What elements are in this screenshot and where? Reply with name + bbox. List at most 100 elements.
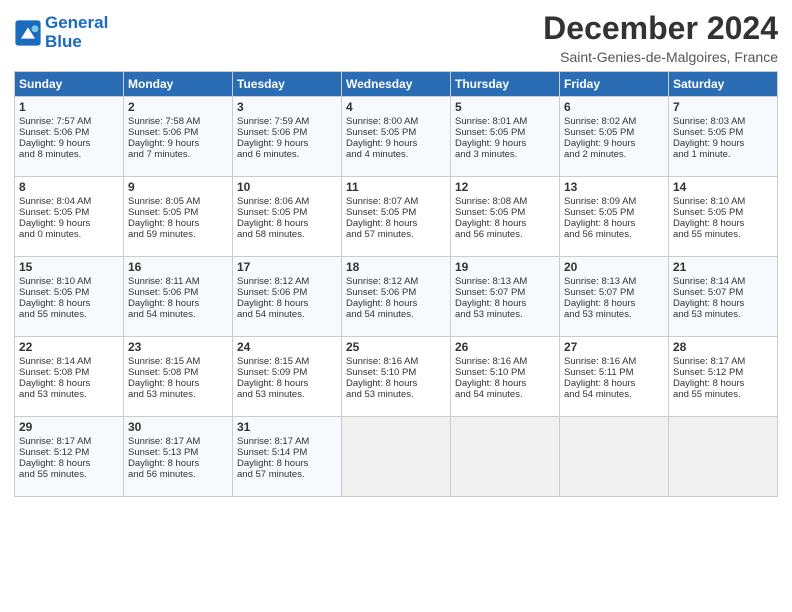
cell-text: Sunset: 5:05 PM <box>19 207 119 218</box>
table-row: 15Sunrise: 8:10 AMSunset: 5:05 PMDayligh… <box>15 257 778 337</box>
day-number: 19 <box>455 260 555 274</box>
day-number: 17 <box>237 260 337 274</box>
header: General Blue December 2024 Saint-Genies-… <box>14 10 778 65</box>
cell-text: Daylight: 8 hours <box>455 298 555 309</box>
cell-text: and 53 minutes. <box>346 389 446 400</box>
table-cell: 23Sunrise: 8:15 AMSunset: 5:08 PMDayligh… <box>124 337 233 417</box>
cell-text: and 55 minutes. <box>19 469 119 480</box>
cell-text: Sunset: 5:05 PM <box>673 127 773 138</box>
cell-text: and 7 minutes. <box>128 149 228 160</box>
header-thursday: Thursday <box>451 72 560 97</box>
cell-text: Sunset: 5:10 PM <box>455 367 555 378</box>
table-cell: 1Sunrise: 7:57 AMSunset: 5:06 PMDaylight… <box>15 97 124 177</box>
cell-text: and 53 minutes. <box>128 389 228 400</box>
cell-text: Sunset: 5:06 PM <box>346 287 446 298</box>
cell-text: Sunset: 5:11 PM <box>564 367 664 378</box>
cell-text: Sunset: 5:05 PM <box>564 207 664 218</box>
day-number: 27 <box>564 340 664 354</box>
logo: General Blue <box>14 14 108 51</box>
day-number: 29 <box>19 420 119 434</box>
cell-text: Sunrise: 8:11 AM <box>128 276 228 287</box>
cell-text: and 56 minutes. <box>455 229 555 240</box>
table-cell: 9Sunrise: 8:05 AMSunset: 5:05 PMDaylight… <box>124 177 233 257</box>
cell-text: Sunset: 5:14 PM <box>237 447 337 458</box>
cell-text: Daylight: 8 hours <box>19 378 119 389</box>
day-number: 16 <box>128 260 228 274</box>
header-sunday: Sunday <box>15 72 124 97</box>
day-number: 5 <box>455 100 555 114</box>
cell-text: Daylight: 8 hours <box>237 458 337 469</box>
cell-text: Sunrise: 8:10 AM <box>673 196 773 207</box>
cell-text: Sunrise: 8:12 AM <box>346 276 446 287</box>
day-number: 22 <box>19 340 119 354</box>
cell-text: Sunset: 5:07 PM <box>564 287 664 298</box>
table-cell: 12Sunrise: 8:08 AMSunset: 5:05 PMDayligh… <box>451 177 560 257</box>
header-tuesday: Tuesday <box>233 72 342 97</box>
cell-text: Daylight: 8 hours <box>346 298 446 309</box>
header-saturday: Saturday <box>669 72 778 97</box>
day-number: 3 <box>237 100 337 114</box>
header-friday: Friday <box>560 72 669 97</box>
cell-text: and 54 minutes. <box>346 309 446 320</box>
day-number: 25 <box>346 340 446 354</box>
day-number: 4 <box>346 100 446 114</box>
cell-text: Daylight: 8 hours <box>346 378 446 389</box>
table-cell <box>669 417 778 497</box>
cell-text: and 57 minutes. <box>346 229 446 240</box>
cell-text: Sunrise: 8:17 AM <box>237 436 337 447</box>
day-number: 2 <box>128 100 228 114</box>
cell-text: Sunset: 5:05 PM <box>19 287 119 298</box>
cell-text: Daylight: 8 hours <box>673 378 773 389</box>
table-cell: 25Sunrise: 8:16 AMSunset: 5:10 PMDayligh… <box>342 337 451 417</box>
cell-text: and 1 minute. <box>673 149 773 160</box>
cell-text: Sunrise: 8:16 AM <box>564 356 664 367</box>
cell-text: and 53 minutes. <box>19 389 119 400</box>
table-cell: 31Sunrise: 8:17 AMSunset: 5:14 PMDayligh… <box>233 417 342 497</box>
cell-text: Sunrise: 8:17 AM <box>128 436 228 447</box>
cell-text: Sunrise: 7:57 AM <box>19 116 119 127</box>
cell-text: Sunrise: 8:08 AM <box>455 196 555 207</box>
cell-text: and 4 minutes. <box>346 149 446 160</box>
cell-text: Sunrise: 8:03 AM <box>673 116 773 127</box>
day-number: 11 <box>346 180 446 194</box>
cell-text: and 6 minutes. <box>237 149 337 160</box>
day-number: 14 <box>673 180 773 194</box>
table-cell: 27Sunrise: 8:16 AMSunset: 5:11 PMDayligh… <box>560 337 669 417</box>
cell-text: Sunset: 5:05 PM <box>673 207 773 218</box>
cell-text: Sunrise: 8:04 AM <box>19 196 119 207</box>
location-title: Saint-Genies-de-Malgoires, France <box>543 49 778 65</box>
cell-text: Sunrise: 8:14 AM <box>19 356 119 367</box>
cell-text: Daylight: 9 hours <box>128 138 228 149</box>
table-cell: 2Sunrise: 7:58 AMSunset: 5:06 PMDaylight… <box>124 97 233 177</box>
cell-text: Sunset: 5:10 PM <box>346 367 446 378</box>
cell-text: and 54 minutes. <box>564 389 664 400</box>
cell-text: Sunset: 5:06 PM <box>237 287 337 298</box>
table-cell: 15Sunrise: 8:10 AMSunset: 5:05 PMDayligh… <box>15 257 124 337</box>
table-cell: 3Sunrise: 7:59 AMSunset: 5:06 PMDaylight… <box>233 97 342 177</box>
cell-text: and 56 minutes. <box>128 469 228 480</box>
cell-text: and 55 minutes. <box>673 389 773 400</box>
cell-text: Daylight: 9 hours <box>19 138 119 149</box>
cell-text: and 56 minutes. <box>564 229 664 240</box>
table-cell: 10Sunrise: 8:06 AMSunset: 5:05 PMDayligh… <box>233 177 342 257</box>
cell-text: and 53 minutes. <box>673 309 773 320</box>
logo-text-line1: General <box>45 14 108 33</box>
cell-text: and 58 minutes. <box>237 229 337 240</box>
cell-text: Daylight: 8 hours <box>346 218 446 229</box>
day-number: 21 <box>673 260 773 274</box>
cell-text: and 57 minutes. <box>237 469 337 480</box>
cell-text: Sunset: 5:09 PM <box>237 367 337 378</box>
cell-text: Sunrise: 8:00 AM <box>346 116 446 127</box>
table-cell: 19Sunrise: 8:13 AMSunset: 5:07 PMDayligh… <box>451 257 560 337</box>
cell-text: Sunset: 5:08 PM <box>128 367 228 378</box>
cell-text: Daylight: 9 hours <box>346 138 446 149</box>
cell-text: Daylight: 8 hours <box>128 218 228 229</box>
header-wednesday: Wednesday <box>342 72 451 97</box>
cell-text: Daylight: 9 hours <box>19 218 119 229</box>
header-row: Sunday Monday Tuesday Wednesday Thursday… <box>15 72 778 97</box>
day-number: 18 <box>346 260 446 274</box>
table-cell: 5Sunrise: 8:01 AMSunset: 5:05 PMDaylight… <box>451 97 560 177</box>
cell-text: and 54 minutes. <box>128 309 228 320</box>
cell-text: Daylight: 8 hours <box>128 298 228 309</box>
day-number: 26 <box>455 340 555 354</box>
